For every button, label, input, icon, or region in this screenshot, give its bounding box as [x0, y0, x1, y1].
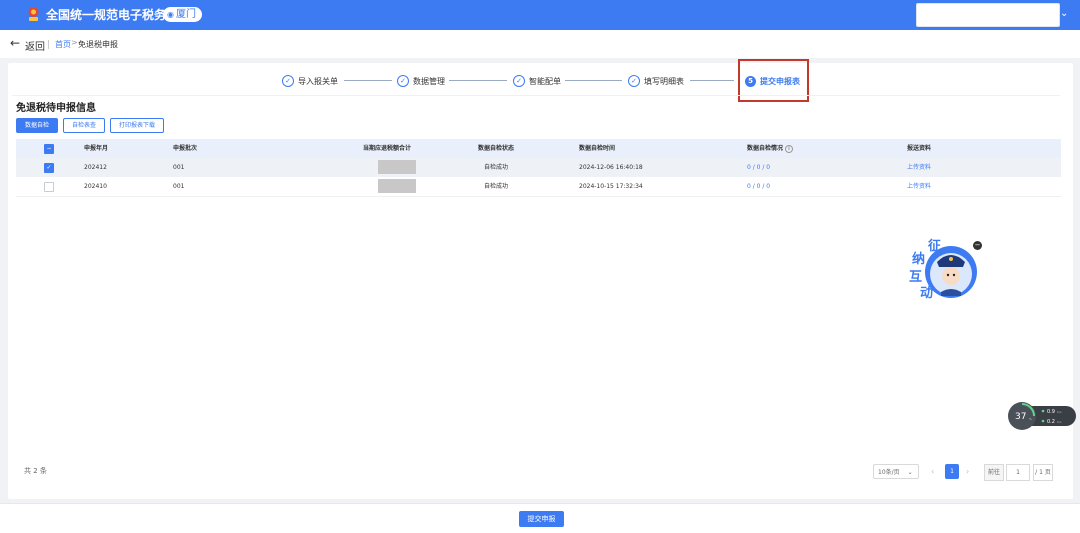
breadcrumb-current: 免退税申报	[78, 40, 118, 49]
step-fill-detail[interactable]: ✓ 填写明细表	[628, 74, 684, 88]
user-account-box[interactable]	[916, 3, 1060, 27]
back-arrow-icon[interactable]: ←	[10, 36, 20, 50]
upload-speed: 0.9	[1047, 409, 1055, 415]
page-size-label: 10条/页	[878, 469, 900, 476]
column-header: 当期应退税额合计	[363, 145, 412, 152]
page-total: / 1 页	[1033, 464, 1053, 481]
column-header-label: 数据自检情况	[747, 145, 784, 152]
next-page-icon[interactable]: ›	[966, 464, 969, 479]
section-title: 免退税待申报信息	[16, 103, 96, 114]
upload-dot-icon	[1041, 409, 1045, 413]
total-count: 共 2 条	[24, 467, 47, 475]
column-header: 数据自检状态	[478, 145, 515, 152]
tax-bureau-emblem-icon	[28, 7, 39, 21]
check-circle-icon: ✓	[397, 75, 409, 87]
upload-material-link[interactable]: 上传资料	[907, 158, 931, 177]
batch-cell: 001	[173, 183, 185, 190]
step-import[interactable]: ✓ 导入报关单	[282, 74, 338, 88]
status-cell: 自检成功	[484, 164, 509, 171]
step-matching[interactable]: ✓ 智能配单	[513, 74, 561, 88]
breadcrumb-separator: >	[71, 38, 78, 47]
column-header: 数据自检时间	[579, 145, 616, 152]
step-connector	[565, 80, 622, 81]
step-label: 导入报关单	[298, 76, 338, 86]
batch-cell: 001	[173, 164, 185, 171]
city-label: 厦门	[175, 9, 196, 20]
period-cell: 202410	[84, 183, 107, 190]
column-header: 申报批次	[173, 145, 198, 152]
table-row[interactable]: 202410 001 自检成功 2024-10-15 17:32:34 0 / …	[16, 177, 1061, 197]
step-connector	[690, 80, 734, 81]
mascot-assistant-icon[interactable]: 征 纳 互 动	[903, 236, 979, 304]
divider	[48, 40, 49, 49]
network-speed-widget[interactable]: 37 % 0.9 K/s 0.2 K/s	[1006, 402, 1076, 430]
step-connector	[344, 80, 392, 81]
chevron-down-icon[interactable]: ⌄	[1060, 8, 1068, 19]
time-cell: 2024-10-15 17:32:34	[579, 183, 643, 190]
percent-unit: %	[1029, 417, 1032, 421]
download-dot-icon	[1041, 419, 1045, 423]
mascot-char: 纳	[912, 251, 925, 267]
period-cell: 202412	[84, 164, 107, 171]
upload-material-link[interactable]: 上传资料	[907, 177, 931, 196]
breadcrumb-home[interactable]: 首页	[55, 39, 71, 50]
step-data-manage[interactable]: ✓ 数据管理	[397, 74, 445, 88]
select-all-checkbox[interactable]: −	[44, 144, 54, 154]
self-check-button[interactable]: 数据自检	[16, 118, 58, 133]
check-result-link[interactable]: 0 / 0 / 0	[747, 177, 770, 196]
app-title: 全国统一规范电子税务局	[46, 8, 179, 22]
step-label: 智能配单	[529, 76, 561, 86]
location-pin-icon: ◉	[167, 10, 174, 19]
print-download-button[interactable]: 打印报表下载	[110, 118, 164, 133]
step-label: 填写明细表	[644, 76, 684, 86]
mascot-char: 动	[920, 286, 933, 301]
prev-page-icon[interactable]: ‹	[931, 464, 934, 479]
column-header: 数据自检情况 i	[747, 139, 794, 158]
submit-declaration-button[interactable]: 提交申报	[519, 511, 564, 527]
time-cell: 2024-12-06 16:40:18	[579, 164, 643, 171]
status-cell: 自检成功	[484, 183, 509, 190]
goto-page-input[interactable]: 1	[1006, 464, 1030, 481]
step-connector	[449, 80, 507, 81]
column-header: 申报年月	[84, 145, 109, 152]
check-table-button[interactable]: 自检表查	[63, 118, 105, 133]
row-checkbox[interactable]: ✓	[44, 163, 54, 173]
goto-label: 前往	[984, 464, 1004, 481]
redacted-amount	[378, 160, 416, 174]
chevron-down-icon: ⌄	[907, 469, 913, 476]
page-size-select[interactable]: 10条/页 ⌄	[873, 464, 919, 479]
check-result-link[interactable]: 0 / 0 / 0	[747, 158, 770, 177]
back-button[interactable]: 返回	[25, 38, 45, 53]
speed-unit: K/s	[1057, 410, 1062, 414]
column-header: 报送资料	[907, 145, 932, 152]
current-page[interactable]: 1	[945, 464, 959, 479]
city-selector[interactable]: ◉ 厦门	[163, 7, 202, 22]
check-circle-icon: ✓	[513, 75, 525, 87]
speed-unit: K/s	[1057, 420, 1062, 424]
redacted-amount	[378, 179, 416, 193]
download-speed: 0.2	[1047, 419, 1055, 425]
table-row[interactable]: ✓ 202412 001 自检成功 2024-12-06 16:40:18 0 …	[16, 158, 1061, 177]
minimize-icon[interactable]: −	[973, 241, 982, 250]
mascot-char: 互	[909, 270, 922, 285]
mascot-char: 征	[928, 238, 941, 254]
info-icon[interactable]: i	[785, 144, 794, 153]
step-label: 数据管理	[413, 76, 445, 86]
table-header: − 申报年月 申报批次 当期应退税额合计 数据自检状态 数据自检时间 数据自检情…	[16, 139, 1061, 158]
check-circle-icon: ✓	[628, 75, 640, 87]
check-circle-icon: ✓	[282, 75, 294, 87]
cpu-percent: 37	[1015, 412, 1026, 422]
row-checkbox[interactable]	[44, 182, 54, 192]
sub-header	[0, 30, 1080, 58]
divider	[12, 95, 1060, 96]
